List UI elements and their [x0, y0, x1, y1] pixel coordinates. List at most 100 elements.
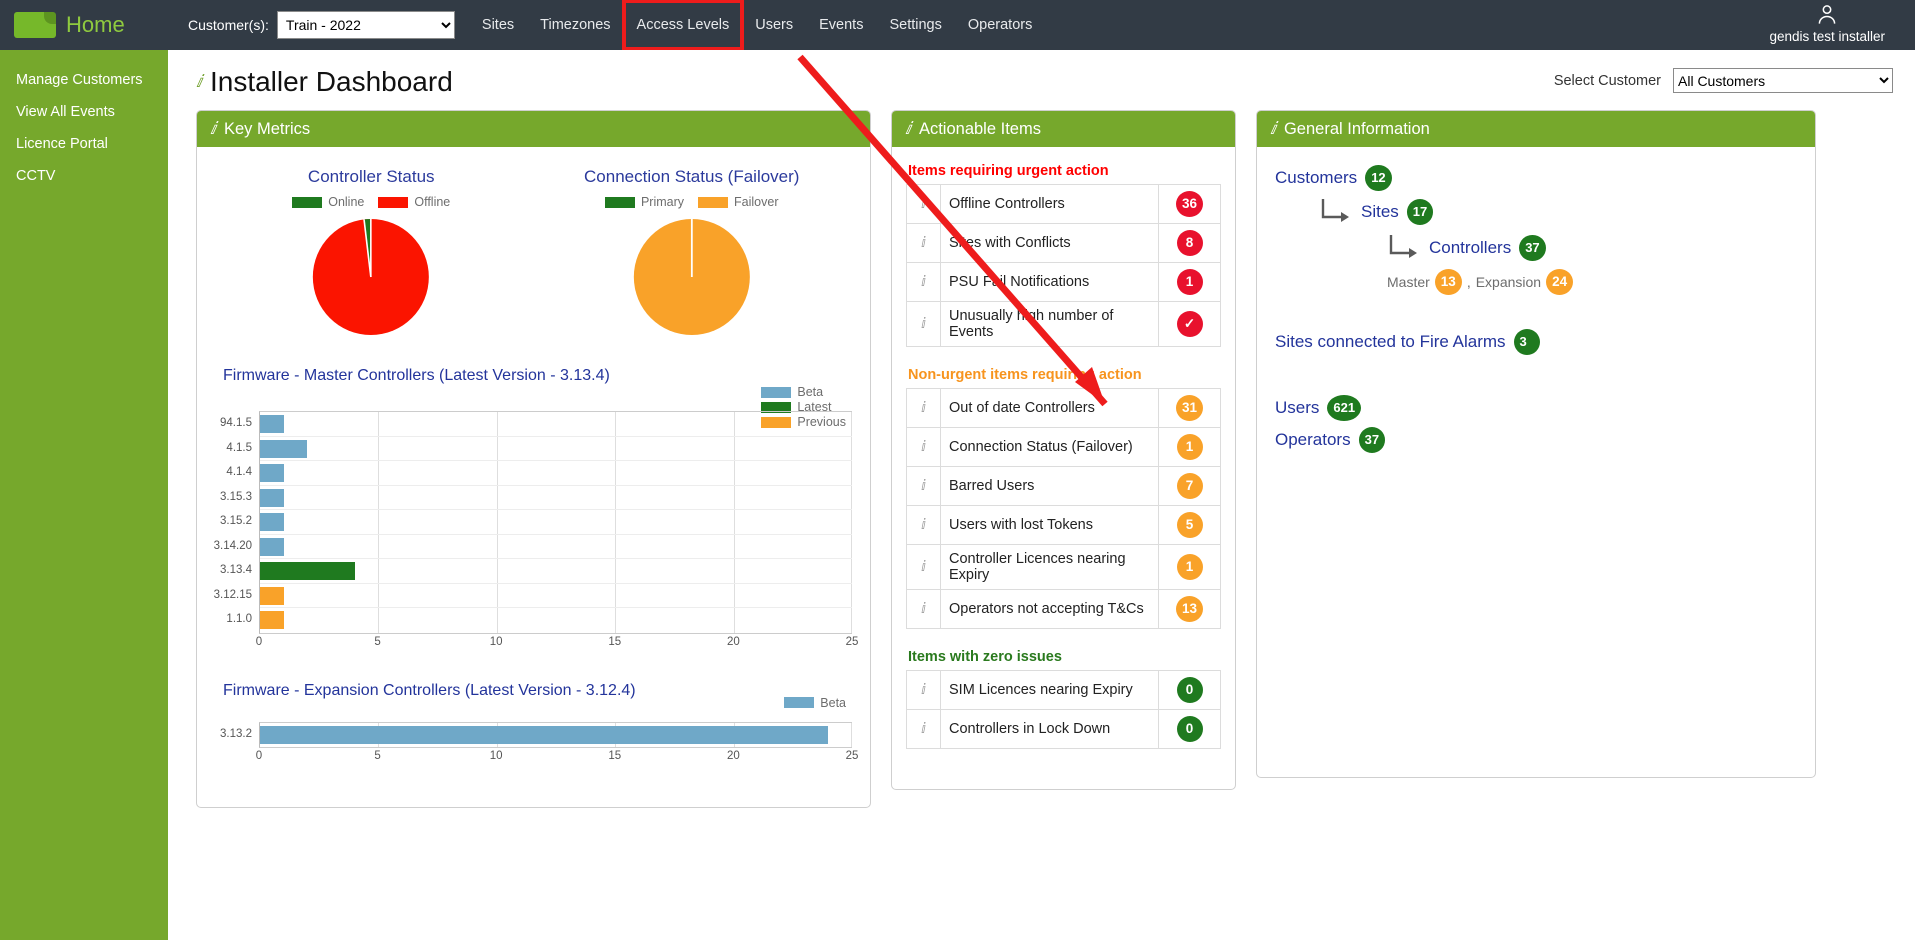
nav-link-settings[interactable]: Settings: [876, 1, 954, 49]
zero-items-table: ⅈSIM Licences nearing Expiry0ⅈController…: [906, 670, 1221, 749]
general-customers-row[interactable]: Customers 12: [1275, 165, 1797, 191]
home-logo-link[interactable]: Home: [14, 12, 182, 38]
nonurgent-items-table: ⅈOut of date Controllers31ⅈConnection St…: [906, 388, 1221, 629]
general-controllers-row[interactable]: Controllers 37: [1387, 233, 1797, 263]
table-row[interactable]: ⅈUnusually high number of Events✓: [907, 302, 1221, 347]
info-icon: ⅈ: [905, 119, 911, 139]
ytick: 3.13.2: [211, 722, 252, 747]
table-row[interactable]: ⅈSIM Licences nearing Expiry0: [907, 671, 1221, 710]
fire-alarms-count-badge: 3: [1514, 329, 1540, 355]
info-icon[interactable]: ⅈ: [907, 428, 941, 467]
general-sites-row[interactable]: Sites 17: [1319, 197, 1797, 227]
page-title-text: Installer Dashboard: [210, 66, 453, 98]
item-label: Out of date Controllers: [941, 389, 1159, 428]
bar-row: [260, 510, 852, 535]
table-row[interactable]: ⅈControllers in Lock Down0: [907, 710, 1221, 749]
legend-beta: Beta: [761, 385, 846, 399]
breakdown-separator: ,: [1467, 274, 1471, 290]
item-label: Connection Status (Failover): [941, 428, 1159, 467]
info-icon[interactable]: ⅈ: [907, 263, 941, 302]
bar: [260, 726, 828, 744]
info-icon[interactable]: ⅈ: [907, 185, 941, 224]
bar-row: [260, 723, 852, 748]
controllers-breakdown: Master 13 , Expansion 24: [1387, 269, 1797, 295]
table-row[interactable]: ⅈOperators not accepting T&Cs13: [907, 590, 1221, 629]
sidebar: Manage Customers View All Events Licence…: [0, 50, 168, 940]
info-icon[interactable]: ⅈ: [907, 545, 941, 590]
status-badge: 0: [1177, 716, 1203, 742]
table-row[interactable]: ⅈConnection Status (Failover)1: [907, 428, 1221, 467]
item-count-cell: ✓: [1159, 302, 1221, 347]
general-operators-row[interactable]: Operators 37: [1275, 427, 1797, 453]
home-label: Home: [66, 12, 125, 38]
customer-select[interactable]: Train - 2022: [277, 11, 455, 39]
actionable-items-panel: ⅈ Actionable Items Items requiring urgen…: [891, 110, 1236, 790]
info-icon[interactable]: ⅈ: [907, 710, 941, 749]
item-count-cell: 8: [1159, 224, 1221, 263]
xtick: 25: [846, 636, 859, 648]
item-label: PSU Fail Notifications: [941, 263, 1159, 302]
operators-count-badge: 37: [1359, 427, 1385, 453]
sidebar-item-manage-customers[interactable]: Manage Customers: [0, 64, 168, 96]
status-badge: ✓: [1177, 311, 1203, 337]
table-row[interactable]: ⅈBarred Users7: [907, 467, 1221, 506]
xtick: 5: [374, 636, 380, 648]
sidebar-item-cctv[interactable]: CCTV: [0, 160, 168, 192]
info-icon: ⅈ: [196, 72, 202, 92]
info-icon[interactable]: ⅈ: [907, 590, 941, 629]
xtick: 10: [490, 636, 503, 648]
info-icon[interactable]: ⅈ: [907, 467, 941, 506]
info-icon[interactable]: ⅈ: [907, 224, 941, 263]
select-customer-dropdown[interactable]: All Customers: [1673, 68, 1893, 93]
general-fire-alarms-row[interactable]: Sites connected to Fire Alarms 3: [1275, 329, 1797, 355]
table-row[interactable]: ⅈUsers with lost Tokens5: [907, 506, 1221, 545]
table-row[interactable]: ⅈOut of date Controllers31: [907, 389, 1221, 428]
table-row[interactable]: ⅈPSU Fail Notifications1: [907, 263, 1221, 302]
nav-link-access-levels[interactable]: Access Levels: [624, 1, 743, 49]
expansion-label: Expansion: [1476, 274, 1541, 290]
controller-status-title: Controller Status: [217, 167, 525, 187]
table-row[interactable]: ⅈOffline Controllers36: [907, 185, 1221, 224]
connection-status-legend: Primary Failover: [538, 195, 846, 209]
general-information-title: General Information: [1284, 120, 1430, 139]
nonurgent-section-title: Non-urgent items requiring action: [908, 367, 1221, 383]
bar: [260, 415, 284, 433]
master-controllers-title: Firmware - Master Controllers (Latest Ve…: [223, 367, 852, 385]
bar: [260, 562, 355, 580]
key-metrics-title: Key Metrics: [224, 120, 310, 139]
connection-status-chart: Connection Status (Failover) Primary Fai…: [538, 157, 846, 345]
general-users-row[interactable]: Users 621: [1275, 395, 1797, 421]
users-label: Users: [1275, 398, 1319, 418]
fire-alarms-label: Sites connected to Fire Alarms: [1275, 332, 1506, 352]
table-row[interactable]: ⅈController Licences nearing Expiry1: [907, 545, 1221, 590]
bar: [260, 513, 284, 531]
controller-status-chart: Controller Status Online Offline: [217, 157, 525, 345]
table-row[interactable]: ⅈSites with Conflicts8: [907, 224, 1221, 263]
bar: [260, 587, 284, 605]
expansion-chart-xaxis: 0510152025: [259, 748, 852, 766]
nav-link-events[interactable]: Events: [806, 1, 876, 49]
expansion-controllers-chart: Firmware - Expansion Controllers (Latest…: [211, 682, 852, 767]
sidebar-item-view-all-events[interactable]: View All Events: [0, 96, 168, 128]
legend-offline: Offline: [378, 195, 450, 209]
sites-label: Sites: [1361, 202, 1399, 222]
xtick: 20: [727, 750, 740, 762]
nav-link-timezones[interactable]: Timezones: [527, 1, 623, 49]
sidebar-item-licence-portal[interactable]: Licence Portal: [0, 128, 168, 160]
controllers-count-badge: 37: [1519, 235, 1545, 261]
nav-link-operators[interactable]: Operators: [955, 1, 1045, 49]
ytick: 3.14.20: [211, 534, 252, 559]
info-icon[interactable]: ⅈ: [907, 389, 941, 428]
nav-link-sites[interactable]: Sites: [469, 1, 527, 49]
actionable-items-body: Items requiring urgent action ⅈOffline C…: [892, 147, 1235, 789]
nav-link-users[interactable]: Users: [742, 1, 806, 49]
expansion-chart-ylabels: 3.13.2: [211, 722, 259, 749]
expansion-count-badge: 24: [1546, 269, 1573, 295]
xtick: 15: [608, 750, 621, 762]
status-badge: 36: [1176, 191, 1203, 217]
info-icon[interactable]: ⅈ: [907, 506, 941, 545]
user-menu[interactable]: gendis test installer: [1769, 2, 1885, 44]
info-icon[interactable]: ⅈ: [907, 671, 941, 710]
xtick: 15: [608, 636, 621, 648]
info-icon[interactable]: ⅈ: [907, 302, 941, 347]
